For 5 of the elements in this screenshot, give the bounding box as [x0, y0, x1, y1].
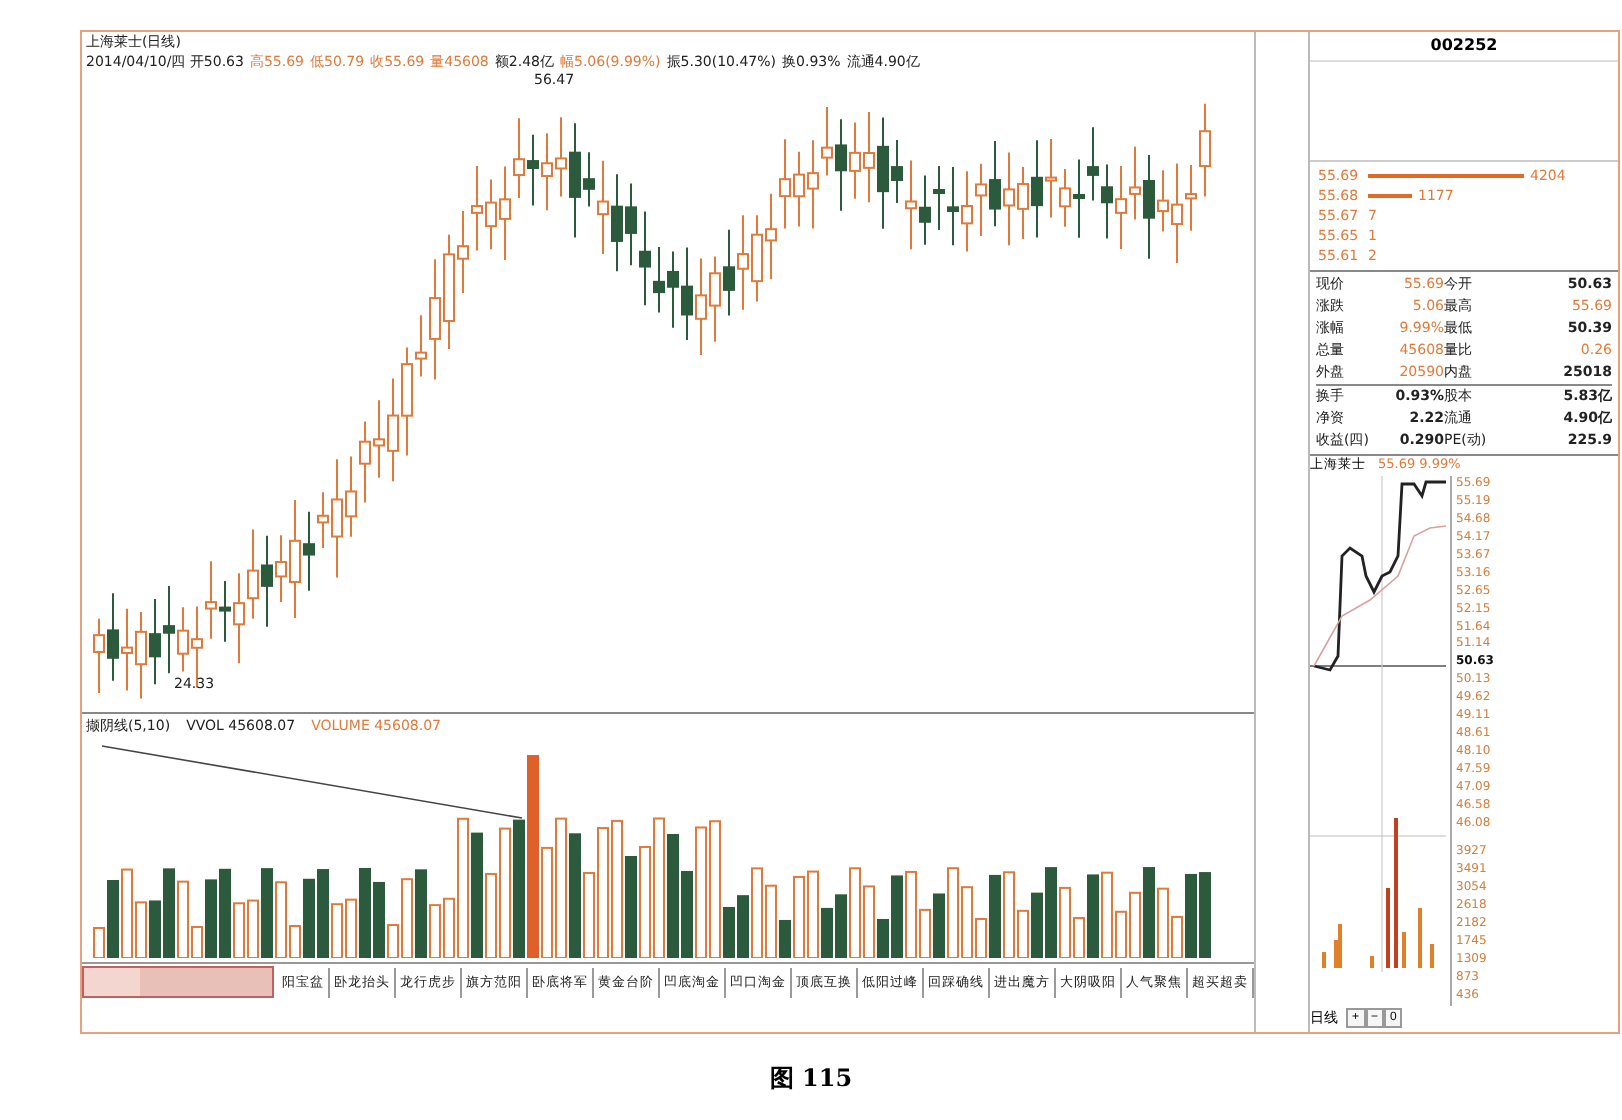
figure-caption: 图 115: [767, 1062, 855, 1096]
average-price-line: [1313, 525, 1446, 668]
volume-bar: [1368, 194, 1412, 199]
toolbar-icons-drawing[interactable]: [82, 966, 274, 998]
stock-code: 002252: [1310, 32, 1618, 62]
